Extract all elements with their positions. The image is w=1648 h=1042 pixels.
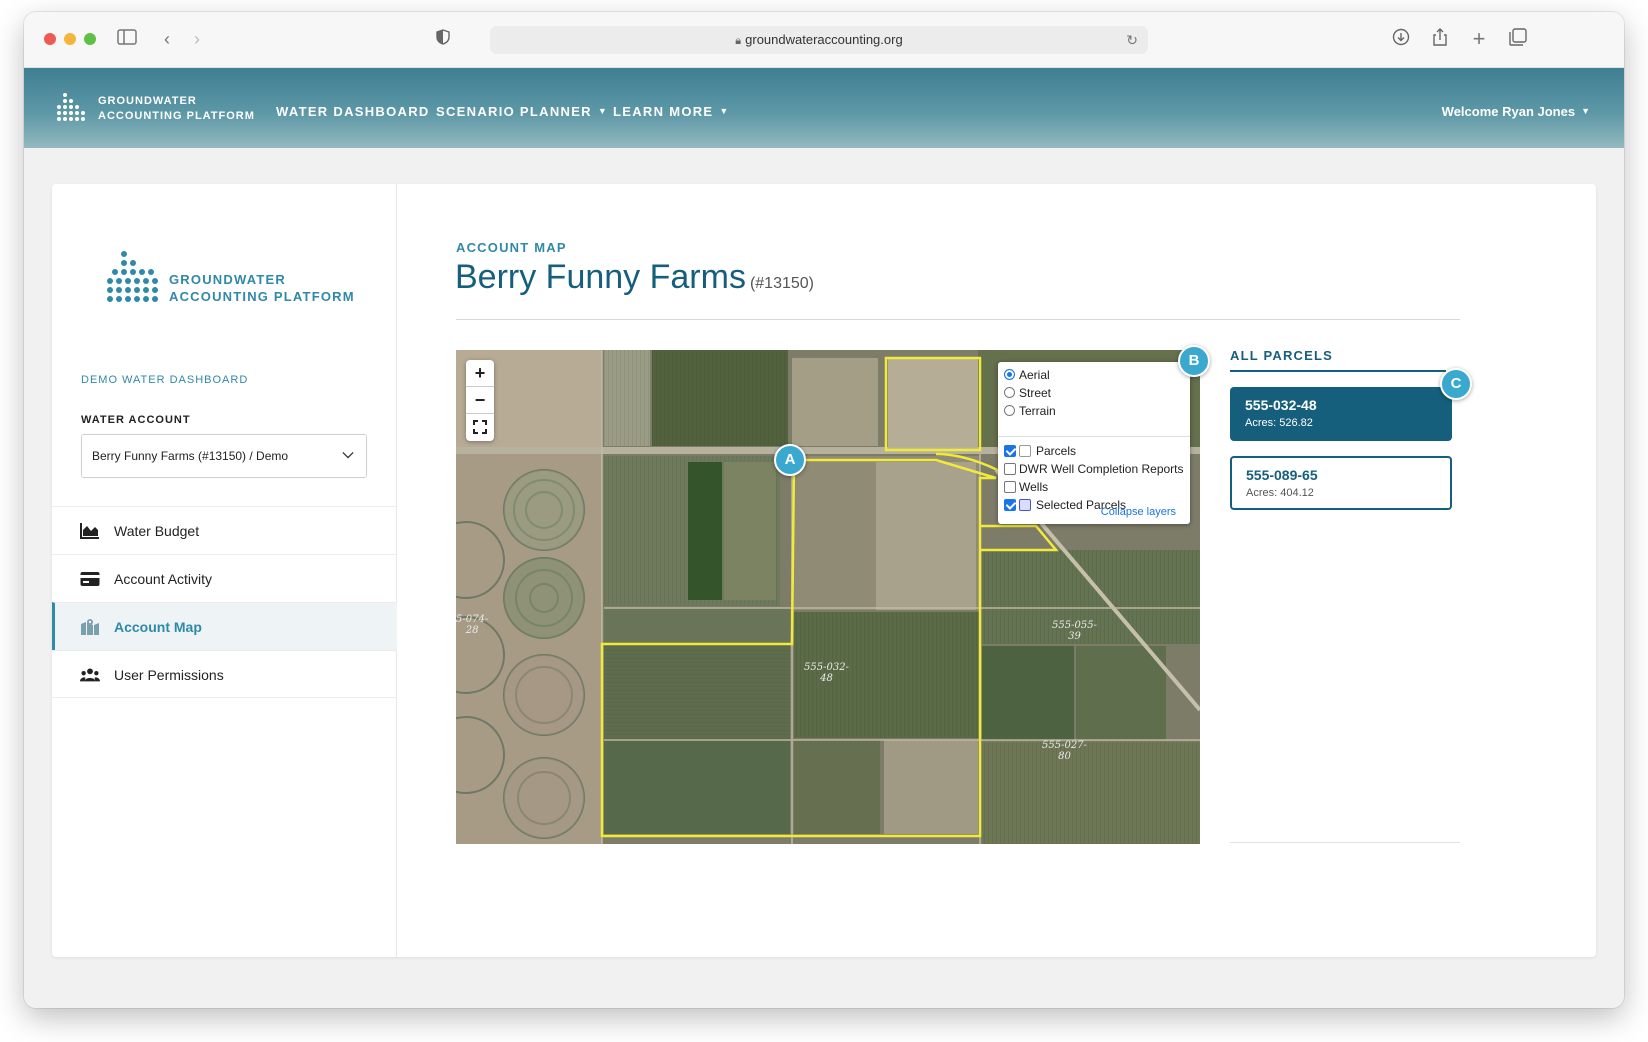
- users-icon: [80, 668, 100, 682]
- sidebar: GROUNDWATER ACCOUNTING PLATFORM DEMO WAT…: [52, 184, 397, 957]
- parcel-label: 5-074- 28: [456, 614, 489, 636]
- share-icon[interactable]: [1429, 28, 1451, 50]
- overlay-dwr-well-reports[interactable]: DWR Well Completion Reports: [1004, 460, 1184, 478]
- sidebar-item-label: Water Budget: [114, 523, 200, 539]
- fullscreen-button[interactable]: [466, 414, 494, 441]
- nav-brand-line2: ACCOUNTING PLATFORM: [98, 110, 255, 122]
- parcels-divider: [1230, 842, 1460, 843]
- zoom-controls: + −: [466, 360, 494, 441]
- callout-marker-a: A: [774, 444, 806, 476]
- parcels-swatch: [1019, 445, 1031, 457]
- browser-window: ‹ › 🔒︎ groundwateraccounting.org ↻ + GRO…: [24, 12, 1624, 1008]
- platform-logo-icon: [106, 250, 158, 307]
- nav-brand[interactable]: GROUNDWATER ACCOUNTING PLATFORM: [98, 94, 255, 124]
- parcel-acres: Acres: 526.82: [1245, 417, 1313, 429]
- parcel-label: 555-027- 80: [1042, 740, 1087, 762]
- water-account-select[interactable]: Berry Funny Farms (#13150) / Demo: [81, 434, 367, 478]
- demo-dashboard-label: DEMO WATER DASHBOARD: [81, 374, 249, 386]
- lock-icon: 🔒︎: [735, 35, 742, 47]
- page-title: Berry Funny Farms (#13150): [455, 258, 814, 297]
- fullscreen-icon: [473, 420, 487, 434]
- collapse-layers-link[interactable]: Collapse layers: [1101, 506, 1176, 518]
- user-menu[interactable]: Welcome Ryan Jones ▼: [1442, 104, 1590, 119]
- maximize-window-button[interactable]: [84, 33, 96, 45]
- caret-down-icon: ▼: [1581, 106, 1590, 116]
- parcel-id: 555-032-48: [1245, 397, 1317, 413]
- layer-control: Aerial Street Terrain Parcels DWR Well C…: [998, 362, 1190, 524]
- parcels-title-rule: [1230, 370, 1446, 372]
- zoom-in-button[interactable]: +: [466, 360, 494, 387]
- parcel-acres: Acres: 404.12: [1246, 487, 1314, 499]
- sidebar-item-label: Account Activity: [114, 571, 213, 587]
- overlay-wells[interactable]: Wells: [1004, 478, 1048, 496]
- title-divider: [456, 319, 1460, 320]
- checkbox-checked-icon: [1004, 445, 1016, 457]
- all-parcels-title: ALL PARCELS: [1230, 348, 1334, 363]
- radio-selected-icon: [1004, 369, 1015, 380]
- sidebar-item-label: Account Map: [114, 619, 202, 635]
- nav-scenario-planner[interactable]: SCENARIO PLANNER ▼: [436, 104, 608, 119]
- radio-icon: [1004, 405, 1015, 416]
- chevron-down-icon: [342, 451, 354, 459]
- sidebar-brand-line2: ACCOUNTING PLATFORM: [169, 289, 355, 304]
- top-navigation: GROUNDWATER ACCOUNTING PLATFORM WATER DA…: [24, 68, 1624, 148]
- base-layer-terrain[interactable]: Terrain: [1004, 402, 1056, 420]
- credit-card-icon: [80, 572, 100, 586]
- parcel-card-selected[interactable]: 555-032-48 Acres: 526.82: [1230, 387, 1452, 441]
- parcel-id: 555-089-65: [1246, 467, 1318, 483]
- parcel-label: 555-032- 48: [804, 662, 849, 684]
- callout-marker-c: C: [1440, 368, 1472, 400]
- sidebar-item-account-map[interactable]: Account Map: [52, 602, 397, 650]
- base-layer-street[interactable]: Street: [1004, 384, 1051, 402]
- radio-icon: [1004, 387, 1015, 398]
- map-icon: [81, 619, 99, 635]
- layer-divider: [998, 436, 1190, 437]
- account-number: (#13150): [749, 275, 814, 292]
- selected-parcels-swatch: [1019, 499, 1031, 511]
- caret-down-icon: ▼: [597, 106, 609, 116]
- sidebar-brand-line1: GROUNDWATER: [169, 272, 286, 287]
- nav-brand-line1: GROUNDWATER: [98, 95, 197, 107]
- sidebar-item-water-budget[interactable]: Water Budget: [52, 506, 397, 554]
- caret-down-icon: ▼: [719, 106, 730, 116]
- nav-water-dashboard[interactable]: WATER DASHBOARD: [276, 104, 430, 119]
- water-account-label: WATER ACCOUNT: [81, 414, 191, 426]
- close-window-button[interactable]: [44, 33, 56, 45]
- aerial-map[interactable]: 555-032- 48 555-055- 39 555-027- 80 5-074- 2…: [456, 350, 1200, 844]
- sidebar-item-label: User Permissions: [114, 667, 224, 683]
- content-card: GROUNDWATER ACCOUNTING PLATFORM DEMO WAT…: [52, 184, 1596, 957]
- account-name: Berry Funny Farms: [455, 258, 746, 296]
- checkbox-icon: [1004, 463, 1016, 475]
- area-chart-icon: [80, 523, 99, 539]
- privacy-shield-icon[interactable]: [432, 28, 454, 50]
- minimize-window-button[interactable]: [64, 33, 76, 45]
- sidebar-item-account-activity[interactable]: Account Activity: [52, 554, 397, 602]
- download-icon[interactable]: [1390, 28, 1412, 50]
- checkbox-checked-icon: [1004, 499, 1016, 511]
- reload-icon[interactable]: ↻: [1126, 26, 1138, 54]
- base-layer-aerial[interactable]: Aerial: [1004, 366, 1050, 384]
- sidebar-brand: GROUNDWATER ACCOUNTING PLATFORM: [169, 271, 355, 305]
- zoom-out-button[interactable]: −: [466, 387, 494, 414]
- water-account-value: Berry Funny Farms (#13150) / Demo: [92, 449, 289, 463]
- page-eyebrow: ACCOUNT MAP: [456, 240, 567, 255]
- overlay-parcels[interactable]: Parcels: [1004, 442, 1076, 460]
- sidebar-item-user-permissions[interactable]: User Permissions: [52, 650, 397, 698]
- platform-logo-icon[interactable]: [54, 92, 86, 127]
- page-body: GROUNDWATER ACCOUNTING PLATFORM DEMO WAT…: [24, 148, 1624, 1008]
- parcel-label: 555-055- 39: [1052, 620, 1097, 642]
- parcel-card[interactable]: 555-089-65 Acres: 404.12: [1230, 456, 1452, 510]
- new-tab-icon[interactable]: +: [1468, 28, 1490, 50]
- sidebar-toggle-icon[interactable]: [116, 28, 138, 50]
- url-text: groundwateraccounting.org: [745, 32, 903, 47]
- callout-marker-b: B: [1178, 345, 1210, 377]
- forward-icon[interactable]: ›: [186, 28, 208, 50]
- sidebar-nav: Water Budget Account Activity Account Ma…: [52, 506, 397, 698]
- browser-toolbar: ‹ › 🔒︎ groundwateraccounting.org ↻ +: [24, 12, 1624, 68]
- checkbox-icon: [1004, 481, 1016, 493]
- address-bar[interactable]: 🔒︎ groundwateraccounting.org ↻: [490, 26, 1148, 54]
- back-icon[interactable]: ‹: [156, 28, 178, 50]
- nav-learn-more[interactable]: LEARN MORE ▼: [613, 104, 730, 119]
- tab-overview-icon[interactable]: [1507, 28, 1529, 50]
